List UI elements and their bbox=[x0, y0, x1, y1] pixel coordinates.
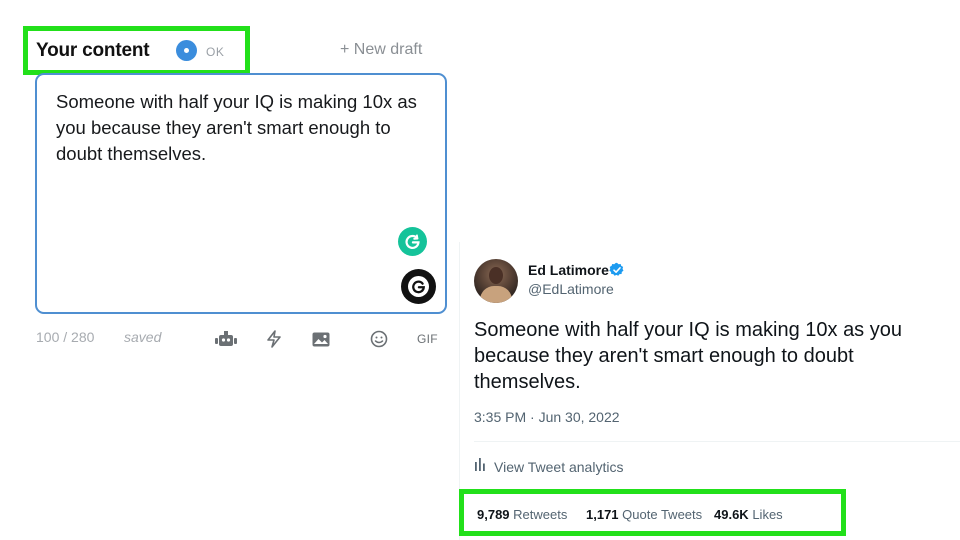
grammarly-dark-icon[interactable] bbox=[401, 269, 436, 304]
divider bbox=[474, 441, 960, 442]
tweet-timestamp[interactable]: 3:35 PM · Jun 30, 2022 bbox=[474, 409, 620, 425]
new-draft-button[interactable]: + New draft bbox=[340, 41, 422, 59]
grammarly-icon[interactable] bbox=[398, 227, 427, 256]
emoji-icon[interactable] bbox=[369, 329, 389, 349]
gif-button[interactable]: GIF bbox=[417, 332, 438, 346]
lightning-icon[interactable] bbox=[264, 329, 284, 349]
avatar[interactable] bbox=[474, 259, 518, 303]
save-status: saved bbox=[124, 329, 162, 345]
tweet-text: Someone with half your IQ is making 10x … bbox=[474, 319, 902, 393]
character-counter: 100 / 280 bbox=[36, 329, 95, 345]
analytics-label: View Tweet analytics bbox=[494, 458, 624, 475]
retweets-count: 9,789 bbox=[477, 507, 510, 522]
section-title: Your content bbox=[36, 39, 150, 61]
draft-text[interactable]: Someone with half your IQ is making 10x … bbox=[56, 89, 441, 167]
status-dot-icon bbox=[176, 40, 197, 61]
status-text: OK bbox=[206, 45, 225, 59]
author-handle[interactable]: @EdLatimore bbox=[528, 281, 614, 297]
quote-tweets-stat[interactable]: 1,171 Quote Tweets bbox=[586, 507, 702, 522]
retweets-stat[interactable]: 9,789 Retweets bbox=[477, 507, 567, 522]
robot-icon[interactable] bbox=[214, 329, 238, 349]
analytics-icon bbox=[474, 457, 488, 476]
likes-count: 49.6K bbox=[714, 507, 749, 522]
view-analytics-link[interactable]: View Tweet analytics bbox=[474, 457, 623, 476]
author-name[interactable]: Ed Latimore bbox=[528, 262, 609, 278]
composer-footer: 100 / 280 saved GIF bbox=[0, 329, 460, 349]
engagement-stats-highlight: 9,789 Retweets 1,171 Quote Tweets 49.6K … bbox=[459, 489, 846, 536]
quotes-count: 1,171 bbox=[586, 507, 619, 522]
quotes-label: Quote Tweets bbox=[622, 507, 703, 522]
draft-editor[interactable]: Someone with half your IQ is making 10x … bbox=[35, 73, 447, 314]
retweets-label: Retweets bbox=[513, 507, 568, 522]
verified-badge-icon bbox=[609, 262, 625, 283]
content-header-highlight: Your content OK bbox=[23, 26, 250, 75]
likes-label: Likes bbox=[752, 507, 783, 522]
image-icon[interactable] bbox=[311, 329, 331, 349]
likes-stat[interactable]: 49.6K Likes bbox=[714, 507, 783, 522]
